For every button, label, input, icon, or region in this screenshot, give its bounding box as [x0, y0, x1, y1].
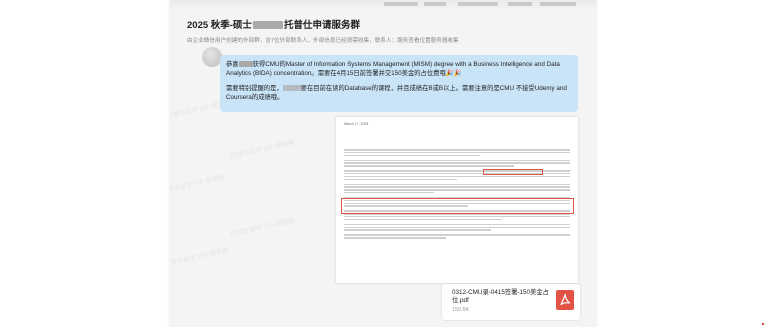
group-title: 2025 秋季-硕士 托普仕申请服务群: [187, 17, 360, 31]
watermark: 托普仕留学 VIP 服务群: [229, 217, 296, 238]
pdf-file-icon: [556, 290, 574, 310]
letter-body: [344, 149, 570, 242]
file-attachment[interactable]: 0312-CMU录-0415签署-150美金占位.pdf 150.6K: [442, 284, 580, 320]
admission-letter-image[interactable]: March 17, 2025: [336, 117, 578, 283]
group-title-suffix: 托普仕申请服务群: [283, 20, 360, 31]
highlight-box: [483, 169, 543, 175]
chat-panel: 托普仕留学 VIP 服务群 托普仕留学 VIP 服务群 托普仕留学 VIP 服务…: [170, 0, 596, 327]
group-title-prefix: 2025 秋季-硕士: [187, 20, 252, 31]
group-subtitle: 由企业微信用户创建的外部群，含7位外部联系人，外部信息已经按需收集，联系人：服务…: [187, 38, 459, 44]
message-bubble[interactable]: 恭喜 获得CMU的Master of Information Systems Ma…: [220, 55, 578, 112]
top-strip: [170, 0, 596, 10]
sender-avatar[interactable]: [202, 47, 222, 67]
message-paragraph-2: 需要特别提醒的是， 要在目前在读的Database的课程，并且成绩在B或B以上。需…: [226, 85, 567, 101]
watermark: 托普仕留学 VIP 服务群: [170, 247, 230, 268]
file-size: 150.6K: [452, 307, 470, 313]
redacted-name: [238, 61, 253, 67]
highlight-box: [341, 198, 574, 214]
file-name[interactable]: 0312-CMU录-0415签署-150美金占位.pdf: [452, 289, 550, 305]
watermark: 托普仕留学 VIP 服务群: [229, 139, 296, 160]
corner-mark: [762, 323, 764, 325]
celebration-emoji: 🎉🎉: [445, 70, 462, 77]
watermark: 托普仕留学 VIP 服务群: [170, 174, 226, 195]
redacted-name: [252, 21, 283, 29]
message-paragraph-1: 恭喜 获得CMU的Master of Information Systems Ma…: [226, 61, 560, 77]
redacted-name: [282, 85, 301, 91]
letter-date: March 17, 2025: [344, 122, 369, 126]
